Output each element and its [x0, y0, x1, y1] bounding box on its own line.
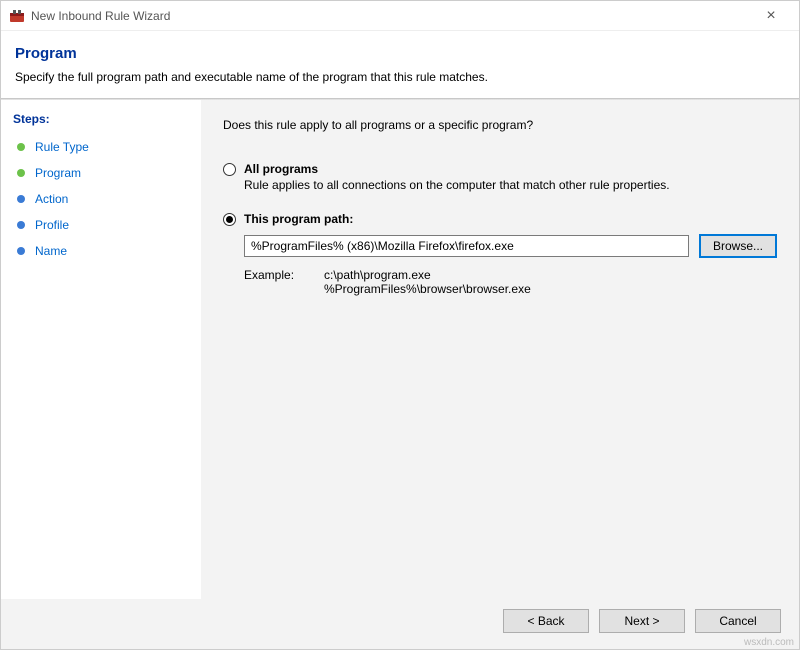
- close-icon[interactable]: ×: [751, 7, 791, 25]
- option-all-label: All programs: [244, 162, 318, 176]
- step-rule-type[interactable]: Rule Type: [13, 134, 189, 160]
- page-description: Specify the full program path and execut…: [15, 70, 785, 84]
- question-text: Does this rule apply to all programs or …: [223, 118, 777, 132]
- option-program-path: This program path: Browse... Example: c:…: [223, 212, 777, 296]
- step-profile[interactable]: Profile: [13, 212, 189, 238]
- browse-button[interactable]: Browse...: [699, 234, 777, 258]
- wizard-window: New Inbound Rule Wizard × Program Specif…: [0, 0, 800, 650]
- footer: < Back Next > Cancel: [1, 599, 799, 649]
- step-bullet-icon: [17, 143, 25, 151]
- example-label: Example:: [244, 268, 324, 296]
- step-label: Profile: [35, 218, 69, 232]
- app-icon: [9, 8, 25, 24]
- step-bullet-icon: [17, 195, 25, 203]
- cancel-button[interactable]: Cancel: [695, 609, 781, 633]
- example-line: %ProgramFiles%\browser\browser.exe: [324, 282, 531, 296]
- window-title: New Inbound Rule Wizard: [31, 9, 751, 23]
- radio-all-programs[interactable]: [223, 163, 236, 176]
- steps-heading: Steps:: [13, 112, 189, 126]
- step-bullet-icon: [17, 169, 25, 177]
- next-button[interactable]: Next >: [599, 609, 685, 633]
- body: Steps: Rule Type Program Action Profile …: [1, 100, 799, 599]
- main-panel: Does this rule apply to all programs or …: [201, 100, 799, 599]
- back-button[interactable]: < Back: [503, 609, 589, 633]
- option-all-programs: All programs Rule applies to all connect…: [223, 162, 777, 192]
- titlebar: New Inbound Rule Wizard ×: [1, 1, 799, 31]
- option-all-desc: Rule applies to all connections on the c…: [244, 178, 777, 192]
- page-title: Program: [15, 45, 785, 62]
- header: Program Specify the full program path an…: [1, 31, 799, 98]
- example-line: c:\path\program.exe: [324, 268, 531, 282]
- step-label: Program: [35, 166, 81, 180]
- radio-program-path[interactable]: [223, 213, 236, 226]
- program-path-input[interactable]: [244, 235, 689, 257]
- step-name[interactable]: Name: [13, 238, 189, 264]
- option-path-label: This program path:: [244, 212, 353, 226]
- step-label: Name: [35, 244, 67, 258]
- example-block: Example: c:\path\program.exe %ProgramFil…: [244, 268, 777, 296]
- step-action[interactable]: Action: [13, 186, 189, 212]
- step-program[interactable]: Program: [13, 160, 189, 186]
- step-bullet-icon: [17, 247, 25, 255]
- step-label: Action: [35, 192, 68, 206]
- step-bullet-icon: [17, 221, 25, 229]
- step-label: Rule Type: [35, 140, 89, 154]
- steps-sidebar: Steps: Rule Type Program Action Profile …: [1, 100, 201, 599]
